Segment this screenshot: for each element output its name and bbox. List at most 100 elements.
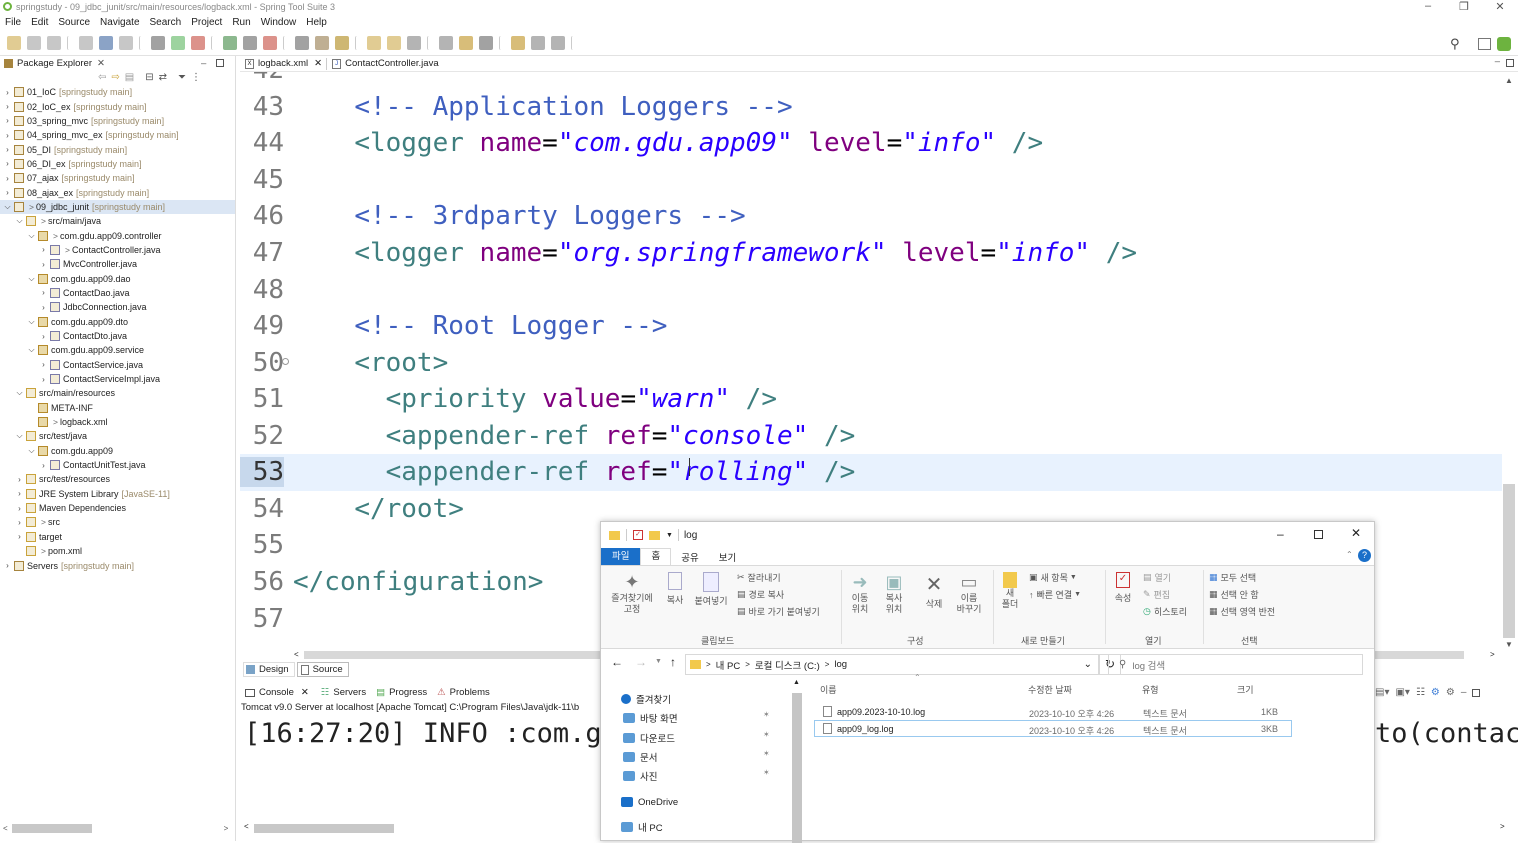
code-line[interactable]: 46 <!-- 3rdparty Loggers -->	[240, 198, 1502, 235]
collapsed-chevron-icon[interactable]: ›	[3, 159, 12, 168]
expanded-chevron-icon[interactable]: ⌵	[27, 317, 36, 327]
toolbar-icon[interactable]	[335, 36, 349, 50]
ribbon-invert-button[interactable]: ▦ 선택 영역 반전	[1209, 605, 1275, 618]
search-icon[interactable]: ⚲	[1450, 36, 1460, 52]
scroll-right-icon[interactable]: >	[1490, 650, 1495, 659]
scroll-left-icon[interactable]: <	[3, 824, 8, 833]
tree-item[interactable]: › Maven Dependencies	[0, 501, 235, 515]
close-tab-icon[interactable]: ✕	[97, 58, 105, 69]
scroll-thumb[interactable]	[1503, 484, 1515, 638]
scroll-left-icon[interactable]: <	[244, 822, 249, 831]
servers-tab[interactable]: Servers	[333, 687, 366, 698]
expanded-chevron-icon[interactable]: ⌵	[27, 231, 36, 241]
ribbon-tab-share[interactable]: 공유	[671, 550, 708, 564]
file-row[interactable]: app09.2023-10-10.log 2023-10-10 오후 4:26 텍스…	[814, 703, 1292, 720]
tree-item[interactable]: > logback.xml	[0, 415, 235, 429]
file-row[interactable]: app09_log.log 2023-10-10 오후 4:26 텍스트 문서 3KB	[814, 720, 1292, 737]
help-icon[interactable]: ?	[1358, 549, 1371, 562]
collapsed-chevron-icon[interactable]: ›	[3, 116, 12, 125]
editor-tab-contactcontroller[interactable]: J ContactController.java	[327, 56, 442, 72]
toolbar-icon[interactable]	[439, 36, 453, 50]
column-name[interactable]: 이름	[820, 683, 837, 696]
minimize-view-icon[interactable]: –	[201, 58, 206, 69]
minimize-button[interactable]: –	[1410, 0, 1446, 13]
toolbar-icon[interactable]	[499, 36, 505, 50]
explorer-minimize-button[interactable]: –	[1277, 527, 1284, 541]
tree-item[interactable]: ⌵ src/main/resources	[0, 386, 235, 400]
ribbon-tab-home[interactable]: 홈	[640, 548, 672, 565]
back-icon[interactable]: ←	[611, 655, 623, 669]
tree-item[interactable]: › 05_DI [springstudy main]	[0, 142, 235, 156]
explorer-close-button[interactable]: ✕	[1351, 526, 1361, 540]
view-menu-icon[interactable]: ⋮	[191, 72, 201, 83]
ribbon-new-folder-button[interactable]: 새 폴더	[999, 572, 1021, 610]
toolbar-icon[interactable]	[7, 36, 21, 50]
collapsed-chevron-icon[interactable]: ›	[15, 475, 24, 484]
scroll-right-icon[interactable]: >	[224, 824, 229, 833]
ribbon-pin-button[interactable]: ✦ 즐겨찾기에 고정	[607, 572, 657, 615]
tree-item[interactable]: › JRE System Library [JavaSE-11]	[0, 487, 235, 501]
address-bar[interactable]: > 내 PC > 로컬 디스크 (C:) > log ⌄	[685, 654, 1099, 675]
nav-item[interactable]: 즐겨찾기	[621, 691, 791, 707]
code-line[interactable]: 45	[240, 162, 1502, 199]
toolbar-icon[interactable]	[27, 36, 41, 50]
filter-icon[interactable]: ⏷	[178, 72, 186, 83]
collapsed-chevron-icon[interactable]: ›	[39, 461, 48, 470]
address-dropdown-icon[interactable]: ⌄	[1084, 659, 1092, 670]
expanded-chevron-icon[interactable]: ⌵	[15, 216, 24, 226]
nav-scrollbar[interactable]: ▲	[791, 679, 803, 843]
path-segment[interactable]: 로컬 디스크 (C:)	[755, 658, 820, 672]
column-date[interactable]: 수정한 날짜	[1028, 683, 1072, 696]
collapsed-chevron-icon[interactable]: ›	[3, 102, 12, 111]
minimize-view-icon[interactable]: –	[1461, 687, 1467, 698]
problems-tab[interactable]: Problems	[450, 687, 490, 698]
collapsed-chevron-icon[interactable]: ›	[3, 88, 12, 97]
tree-item[interactable]: › 06_DI_ex [springstudy main]	[0, 157, 235, 171]
column-type[interactable]: 유형	[1142, 683, 1159, 696]
expanded-chevron-icon[interactable]: ⌵	[27, 345, 36, 355]
toolbar-icon[interactable]	[139, 36, 145, 50]
tree-hscrollbar[interactable]: < >	[0, 821, 236, 835]
scroll-thumb[interactable]	[254, 824, 394, 833]
tree-item[interactable]: › Servers [springstudy main]	[0, 558, 235, 572]
collapsed-chevron-icon[interactable]: ›	[39, 260, 48, 269]
tree-item[interactable]: ⌵ > src/main/java	[0, 214, 235, 228]
nav-item[interactable]: 내 PC	[621, 819, 791, 835]
toolbar-icon[interactable]	[119, 36, 133, 50]
menu-run[interactable]: Run	[227, 17, 255, 28]
close-button[interactable]: ✕	[1482, 0, 1518, 13]
toolbar-icon[interactable]	[263, 36, 277, 50]
tree-item[interactable]: ⌵ com.gdu.app09.dto	[0, 315, 235, 329]
tree-item[interactable]: › MvcController.java	[0, 257, 235, 271]
code-line[interactable]: 42	[240, 72, 1502, 89]
nav-item[interactable]: 문서 ✶	[623, 749, 793, 765]
collapsed-chevron-icon[interactable]: ›	[39, 288, 48, 297]
code-line[interactable]: 52 <appender-ref ref = "console" />	[240, 418, 1502, 455]
toolbar-icon[interactable]	[223, 36, 237, 50]
menu-source[interactable]: Source	[53, 17, 95, 28]
scroll-down-icon[interactable]: ▼	[1505, 640, 1513, 649]
ribbon-new-item-button[interactable]: ▣ 새 항목 ▼	[1029, 571, 1077, 584]
ribbon-copy-path-button[interactable]: ▤ 경로 복사	[737, 588, 784, 601]
toolbar-icon[interactable]	[171, 36, 185, 50]
expanded-chevron-icon[interactable]: ⌵	[27, 446, 36, 456]
nav-item[interactable]: 다운로드 ✶	[623, 730, 793, 746]
toolbar-icon[interactable]	[243, 36, 257, 50]
collapsed-chevron-icon[interactable]: ›	[15, 489, 24, 498]
ribbon-properties-button[interactable]: ✓ 속성	[1111, 572, 1135, 604]
toolbar-icon[interactable]	[211, 36, 217, 50]
ribbon-cut-button[interactable]: ✂ 잘라내기	[737, 571, 781, 584]
copy-icon[interactable]: ☷	[1416, 687, 1425, 698]
collapse-all-icon[interactable]: ⊟	[145, 72, 153, 83]
package-explorer-tab[interactable]: Package Explorer ✕ –	[0, 56, 235, 70]
toolbar-icon[interactable]	[479, 36, 493, 50]
tree-item[interactable]: › 02_IoC_ex [springstudy main]	[0, 99, 235, 113]
toolbar-icon[interactable]	[79, 36, 93, 50]
tree-item[interactable]: ⌵ src/test/java	[0, 429, 235, 443]
collapsed-chevron-icon[interactable]: ›	[39, 303, 48, 312]
toolbar-icon[interactable]	[315, 36, 329, 50]
tree-item[interactable]: › ContactServiceImpl.java	[0, 372, 235, 386]
back-icon[interactable]: ⇦	[98, 72, 106, 83]
tree-item[interactable]: › 04_spring_mvc_ex [springstudy main]	[0, 128, 235, 142]
collapsed-chevron-icon[interactable]: ›	[15, 504, 24, 513]
